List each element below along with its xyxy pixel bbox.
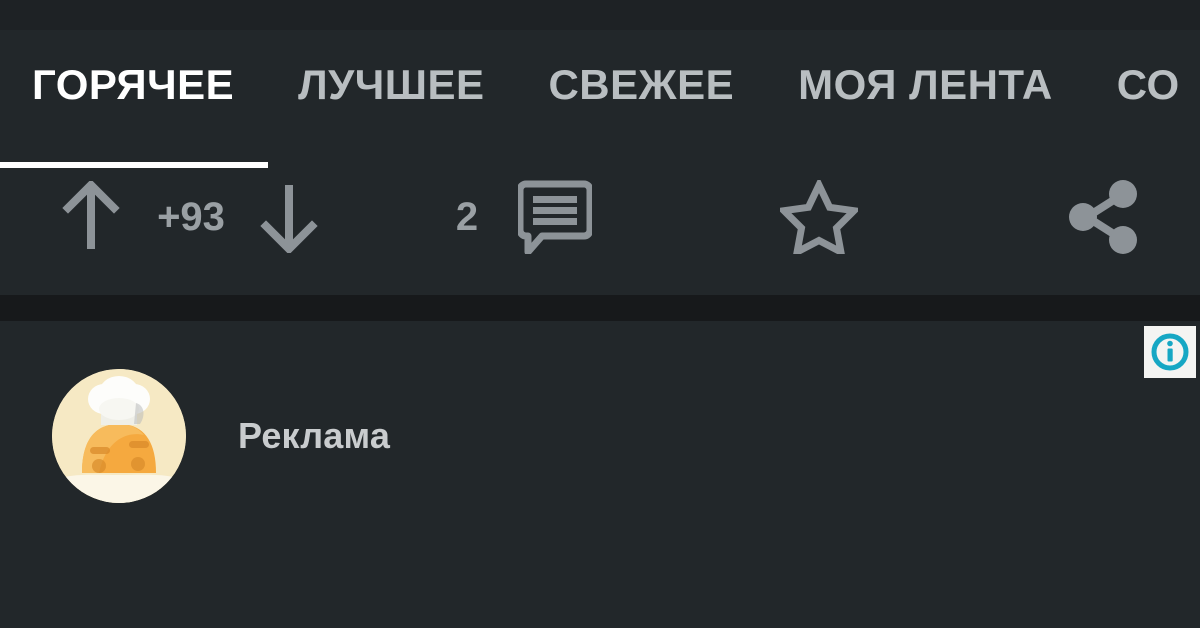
top-strip [0,0,1200,30]
tabs-row: Горячее Лучшее Свежее Моя лента Со [0,30,1200,140]
app-root: Горячее Лучшее Свежее Моя лента Со [0,0,1200,628]
arrow-down-icon [260,185,318,253]
ad-post-card[interactable]: Реклама Ебу Жену По 4 Часа [0,321,1200,628]
arrow-up-icon [62,181,120,249]
tab-fresh[interactable]: Свежее [516,30,766,140]
bread-chef-avatar [52,369,186,503]
tab-hot-label: Горячее [32,61,235,108]
share-button[interactable] [1062,172,1144,262]
favorite-button[interactable] [778,172,860,262]
ad-author-name[interactable]: Реклама [238,415,390,457]
tab-communities-label: Со [1116,61,1180,108]
comments-count: 2 [432,172,502,262]
adchoices-badge[interactable] [1144,326,1196,378]
post-action-toolbar: +93 2 [0,168,1200,295]
tab-best[interactable]: Лучшее [266,30,516,140]
comment-bubble-icon [518,180,592,254]
comments-count-value: 2 [455,195,479,239]
downvote-button[interactable] [250,172,328,262]
tab-fresh-label: Свежее [548,61,735,108]
share-icon [1069,180,1137,254]
tab-my-feed[interactable]: Моя лента [766,30,1085,140]
upvote-button[interactable] [52,172,130,262]
star-outline-icon [780,180,858,254]
tab-hot[interactable]: Горячее [0,30,266,140]
ad-author-row[interactable]: Реклама [52,369,390,503]
tab-best-label: Лучшее [298,61,485,108]
feed-tabbar: Горячее Лучшее Свежее Моя лента Со [0,30,1200,168]
feed-separator [0,295,1200,321]
tab-my-feed-label: Моя лента [798,61,1053,108]
comments-button[interactable] [514,172,596,262]
info-circle-icon [1151,333,1189,371]
tab-communities[interactable]: Со [1085,30,1200,140]
post-rating: +93 [148,172,234,262]
post-rating-value: +93 [157,195,225,239]
avatar[interactable] [52,369,186,503]
